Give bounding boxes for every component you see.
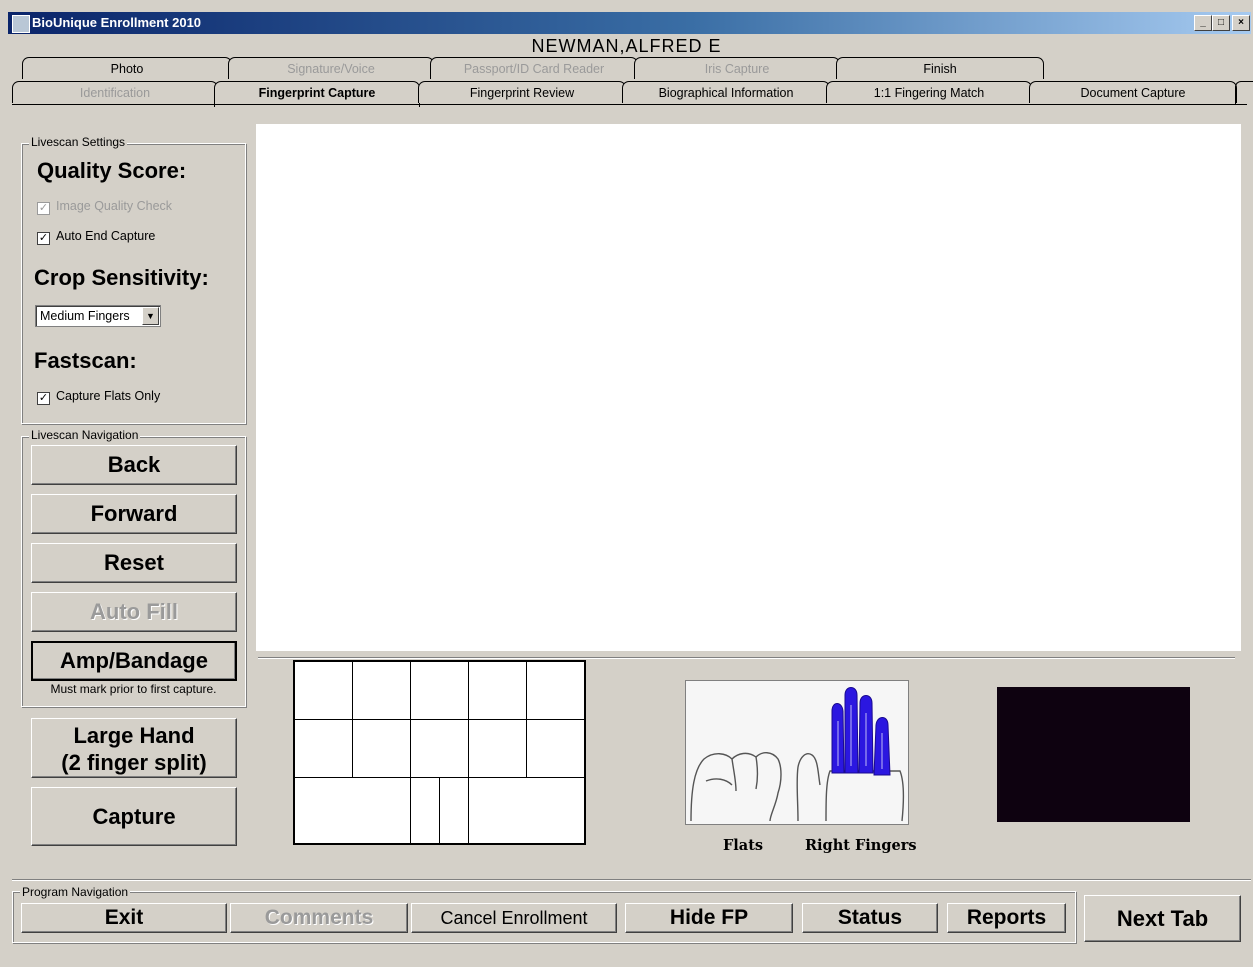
tab-fingering-match[interactable]: 1:1 Fingering Match — [826, 81, 1032, 103]
forward-button[interactable]: Forward — [31, 494, 237, 534]
right-four-slot[interactable] — [468, 777, 585, 844]
close-button[interactable]: × — [1232, 15, 1250, 31]
reports-button[interactable]: Reports — [947, 903, 1066, 933]
patient-name: NEWMAN,ALFRED E — [531, 36, 722, 56]
crop-sensitivity-select[interactable]: Medium Fingers ▼ — [35, 305, 161, 327]
quality-score-heading: Quality Score: — [37, 158, 187, 183]
livescan-settings-label: Livescan Settings — [29, 135, 128, 149]
minimize-button[interactable]: _ — [1194, 15, 1212, 31]
finger-slot[interactable] — [294, 661, 353, 720]
right-fingers-caption: Right Fingers — [805, 837, 917, 854]
auto-fill-button[interactable]: Auto Fill — [31, 592, 237, 632]
tab-iris-capture[interactable]: Iris Capture — [634, 57, 840, 79]
large-hand-button[interactable]: Large Hand (2 finger split) — [31, 718, 237, 778]
left-four-slot[interactable] — [294, 777, 411, 844]
flats-caption: Flats — [723, 837, 764, 854]
tab-biographical-information[interactable]: Biographical Information — [622, 81, 830, 103]
hide-fp-button[interactable]: Hide FP — [625, 903, 793, 933]
tab-overflow — [1235, 81, 1253, 104]
finger-slot[interactable] — [352, 661, 411, 720]
finger-slot[interactable] — [352, 719, 411, 778]
tab-passport-id-card-reader[interactable]: Passport/ID Card Reader — [430, 57, 638, 79]
left-thumb-slot[interactable] — [410, 777, 440, 844]
checkbox-icon: ✓ — [37, 202, 50, 215]
image-quality-check-checkbox[interactable]: ✓ Image Quality Check — [37, 199, 172, 215]
right-thumb-slot[interactable] — [439, 777, 469, 844]
comments-button[interactable]: Comments — [230, 903, 408, 933]
finger-slot[interactable] — [526, 661, 585, 720]
status-button[interactable]: Status — [802, 903, 938, 933]
finger-slot[interactable] — [468, 661, 527, 720]
maximize-button[interactable]: □ — [1212, 15, 1230, 31]
exit-button[interactable]: Exit — [21, 903, 227, 933]
finger-slot[interactable] — [294, 719, 353, 778]
hand-illustration — [685, 680, 909, 825]
finger-slot[interactable] — [526, 719, 585, 778]
large-hand-line1: Large Hand — [73, 723, 195, 748]
next-tab-button[interactable]: Next Tab — [1084, 895, 1241, 942]
livescan-navigation-label: Livescan Navigation — [29, 428, 141, 442]
footer-divider — [12, 879, 1251, 880]
live-preview-window — [997, 687, 1190, 822]
program-navigation-label: Program Navigation — [20, 885, 131, 899]
finger-slot[interactable] — [410, 719, 469, 778]
fingerprint-scan-area[interactable] — [256, 124, 1241, 651]
finger-slot[interactable] — [468, 719, 527, 778]
title-bar[interactable]: BioUnique Enrollment 2010 _ □ × — [8, 12, 1251, 34]
crop-sensitivity-heading: Crop Sensitivity: — [34, 265, 209, 290]
tab-fingerprint-review[interactable]: Fingerprint Review — [418, 81, 626, 103]
tab-signature-voice[interactable]: Signature/Voice — [228, 57, 434, 79]
tab-identification[interactable]: Identification — [12, 81, 218, 103]
tab-finish[interactable]: Finish — [836, 57, 1044, 79]
back-button[interactable]: Back — [31, 445, 237, 485]
image-quality-check-label: Image Quality Check — [56, 199, 173, 213]
fingerprint-slots-grid — [293, 660, 586, 845]
auto-end-capture-checkbox[interactable]: ✓ Auto End Capture — [37, 229, 155, 245]
capture-flats-only-checkbox[interactable]: ✓ Capture Flats Only — [37, 389, 160, 405]
amp-bandage-note: Must mark prior to first capture. — [50, 682, 217, 696]
fastscan-heading: Fastscan: — [34, 348, 137, 373]
crop-sensitivity-value: Medium Fingers — [40, 309, 130, 323]
capture-flats-only-label: Capture Flats Only — [56, 389, 161, 403]
large-hand-line2: (2 finger split) — [61, 750, 207, 775]
reset-button[interactable]: Reset — [31, 543, 237, 583]
amp-bandage-button[interactable]: Amp/Bandage — [31, 641, 237, 681]
hands-icon — [690, 687, 905, 822]
window-title: BioUnique Enrollment 2010 — [32, 15, 202, 30]
checkbox-icon: ✓ — [37, 392, 50, 405]
tab-document-capture[interactable]: Document Capture — [1029, 81, 1237, 103]
auto-end-capture-label: Auto End Capture — [56, 229, 156, 243]
finger-slot[interactable] — [410, 661, 469, 720]
section-divider — [258, 657, 1235, 658]
tab-photo[interactable]: Photo — [22, 57, 232, 79]
app-icon — [12, 15, 30, 33]
checkbox-icon: ✓ — [37, 232, 50, 245]
chevron-down-icon[interactable]: ▼ — [142, 307, 159, 325]
tab-divider — [12, 104, 1247, 105]
cancel-enrollment-button[interactable]: Cancel Enrollment — [411, 903, 617, 933]
capture-button[interactable]: Capture — [31, 787, 237, 846]
